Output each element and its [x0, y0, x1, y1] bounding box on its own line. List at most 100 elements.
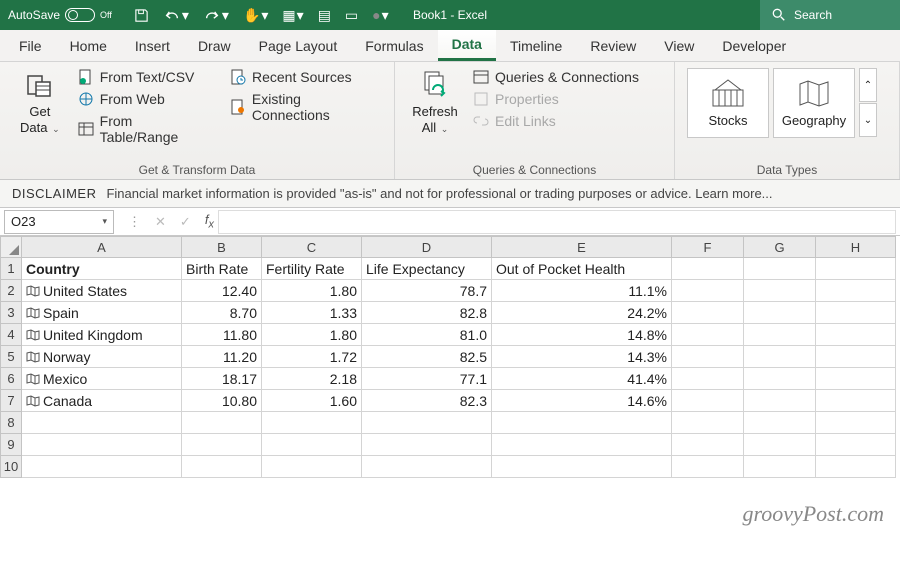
cell-F7[interactable] [672, 390, 744, 412]
datatype-scroll-up[interactable]: ⌃ [859, 68, 877, 102]
refresh-all-button[interactable]: RefreshAll ⌄ [407, 68, 463, 135]
cell-D7[interactable]: 82.3 [362, 390, 492, 412]
tab-view[interactable]: View [650, 32, 708, 60]
col-header-B[interactable]: B [182, 236, 262, 258]
tab-insert[interactable]: Insert [121, 32, 184, 60]
cell-C5[interactable]: 1.72 [262, 346, 362, 368]
row-header-5[interactable]: 5 [0, 346, 22, 368]
cell-D3[interactable]: 82.8 [362, 302, 492, 324]
cell-A8[interactable] [22, 412, 182, 434]
from-web-button[interactable]: From Web [78, 90, 214, 108]
search-box[interactable]: Search [760, 0, 900, 30]
form-icon[interactable]: ▭ [345, 7, 358, 24]
fx-icon[interactable]: fx [205, 212, 214, 231]
cell-F6[interactable] [672, 368, 744, 390]
tab-home[interactable]: Home [56, 32, 121, 60]
from-table-button[interactable]: From Table/Range [78, 112, 214, 146]
cell-C6[interactable]: 2.18 [262, 368, 362, 390]
cell-H7[interactable] [816, 390, 896, 412]
row-header-1[interactable]: 1 [0, 258, 22, 280]
cell-grid[interactable]: CountryBirth RateFertility RateLife Expe… [22, 258, 896, 478]
cell-C3[interactable]: 1.33 [262, 302, 362, 324]
cell-A5[interactable]: Norway [22, 346, 182, 368]
row-header-3[interactable]: 3 [0, 302, 22, 324]
cell-F2[interactable] [672, 280, 744, 302]
cell-B6[interactable]: 18.17 [182, 368, 262, 390]
row-header-10[interactable]: 10 [0, 456, 22, 478]
tab-page-layout[interactable]: Page Layout [245, 32, 352, 60]
cell-D5[interactable]: 82.5 [362, 346, 492, 368]
cell-B3[interactable]: 8.70 [182, 302, 262, 324]
cell-G5[interactable] [744, 346, 816, 368]
cell-E3[interactable]: 24.2% [492, 302, 672, 324]
row-header-7[interactable]: 7 [0, 390, 22, 412]
cell-F3[interactable] [672, 302, 744, 324]
tab-review[interactable]: Review [576, 32, 650, 60]
col-header-F[interactable]: F [672, 236, 744, 258]
cell-A3[interactable]: Spain [22, 302, 182, 324]
touch-icon[interactable]: ✋▾ [243, 7, 268, 24]
col-header-H[interactable]: H [816, 236, 896, 258]
cell-F1[interactable] [672, 258, 744, 280]
cell-E6[interactable]: 41.4% [492, 368, 672, 390]
row-header-9[interactable]: 9 [0, 434, 22, 456]
cell-B9[interactable] [182, 434, 262, 456]
cell-B4[interactable]: 11.80 [182, 324, 262, 346]
cell-B1[interactable]: Birth Rate [182, 258, 262, 280]
cell-D4[interactable]: 81.0 [362, 324, 492, 346]
cell-D9[interactable] [362, 434, 492, 456]
undo-icon[interactable]: ▾ [163, 7, 189, 24]
tab-formulas[interactable]: Formulas [351, 32, 437, 60]
cell-D1[interactable]: Life Expectancy [362, 258, 492, 280]
cell-H5[interactable] [816, 346, 896, 368]
cell-E10[interactable] [492, 456, 672, 478]
cell-A1[interactable]: Country [22, 258, 182, 280]
col-header-C[interactable]: C [262, 236, 362, 258]
geography-button[interactable]: Geography [773, 68, 855, 138]
cell-G2[interactable] [744, 280, 816, 302]
row-header-4[interactable]: 4 [0, 324, 22, 346]
record-icon[interactable]: ●▾ [372, 7, 389, 24]
row-header-8[interactable]: 8 [0, 412, 22, 434]
cell-E4[interactable]: 14.8% [492, 324, 672, 346]
cell-G6[interactable] [744, 368, 816, 390]
cell-A4[interactable]: United Kingdom [22, 324, 182, 346]
cell-A6[interactable]: Mexico [22, 368, 182, 390]
cell-D6[interactable]: 77.1 [362, 368, 492, 390]
cell-A2[interactable]: United States [22, 280, 182, 302]
cell-D10[interactable] [362, 456, 492, 478]
queries-connections-button[interactable]: Queries & Connections [473, 68, 639, 86]
datatype-scroll-down[interactable]: ⌄ [859, 103, 877, 137]
cell-B8[interactable] [182, 412, 262, 434]
cell-H9[interactable] [816, 434, 896, 456]
cell-C10[interactable] [262, 456, 362, 478]
options-icon[interactable]: ⋮ [128, 214, 141, 230]
cell-E8[interactable] [492, 412, 672, 434]
cell-E5[interactable]: 14.3% [492, 346, 672, 368]
cell-G4[interactable] [744, 324, 816, 346]
col-header-E[interactable]: E [492, 236, 672, 258]
tab-timeline[interactable]: Timeline [496, 32, 576, 60]
cell-C7[interactable]: 1.60 [262, 390, 362, 412]
save-icon[interactable] [134, 8, 149, 23]
cell-G10[interactable] [744, 456, 816, 478]
row-header-6[interactable]: 6 [0, 368, 22, 390]
cell-H10[interactable] [816, 456, 896, 478]
cell-G9[interactable] [744, 434, 816, 456]
cell-G7[interactable] [744, 390, 816, 412]
cell-F4[interactable] [672, 324, 744, 346]
cell-B10[interactable] [182, 456, 262, 478]
cell-C2[interactable]: 1.80 [262, 280, 362, 302]
existing-connections-button[interactable]: Existing Connections [230, 90, 382, 124]
tab-developer[interactable]: Developer [708, 32, 800, 60]
redo-icon[interactable]: ▾ [203, 7, 229, 24]
name-box[interactable]: O23 ▾ [4, 210, 114, 234]
formula-input[interactable] [218, 210, 896, 234]
get-data-button[interactable]: GetData ⌄ [12, 68, 68, 146]
cell-F9[interactable] [672, 434, 744, 456]
col-header-D[interactable]: D [362, 236, 492, 258]
from-text-csv-button[interactable]: From Text/CSV [78, 68, 214, 86]
cell-D2[interactable]: 78.7 [362, 280, 492, 302]
tab-draw[interactable]: Draw [184, 32, 245, 60]
cell-A9[interactable] [22, 434, 182, 456]
